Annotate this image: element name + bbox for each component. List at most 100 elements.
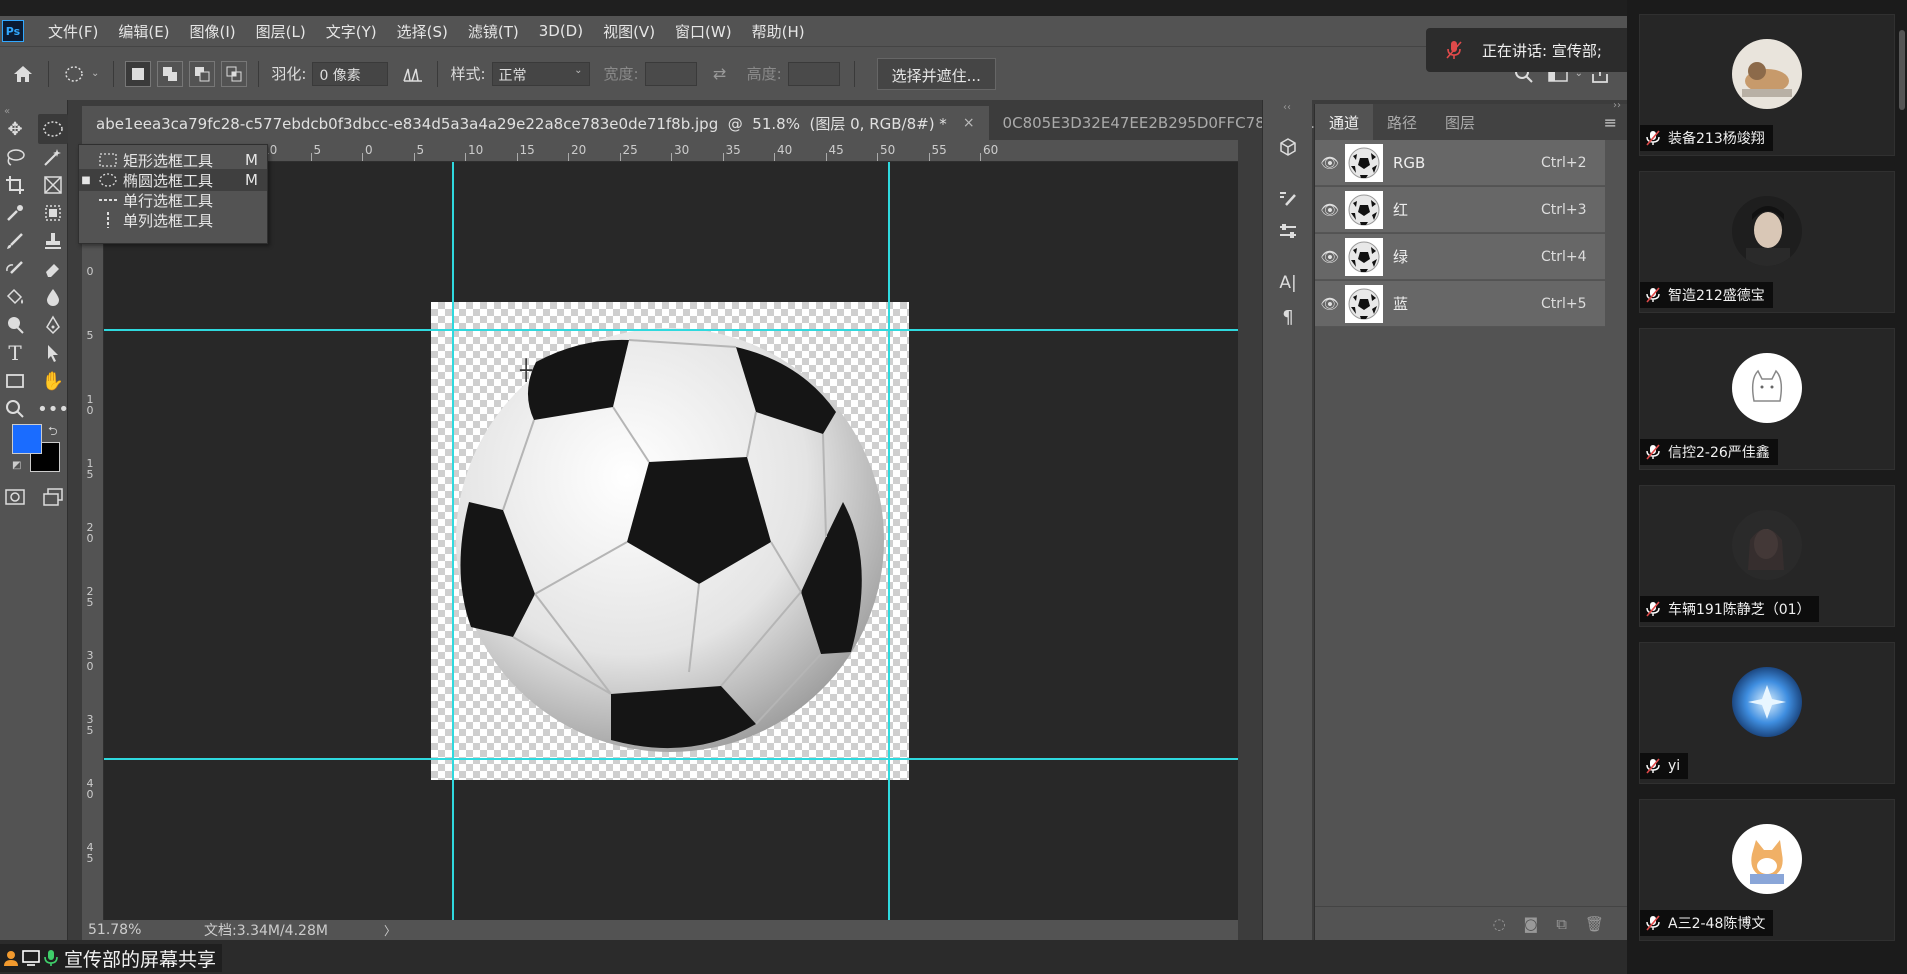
crop-tool-icon[interactable] <box>0 170 30 200</box>
participant-card[interactable]: 信控2-26严佳鑫 <box>1639 328 1895 470</box>
anti-alias-icon[interactable] <box>400 61 426 87</box>
guide-vertical[interactable] <box>452 162 454 920</box>
swap-colors-icon[interactable]: ⮌ <box>48 422 58 443</box>
guide-horizontal[interactable] <box>104 758 1238 760</box>
scrollbar-thumb[interactable] <box>1899 30 1905 110</box>
3d-panel-icon[interactable] <box>1275 134 1301 160</box>
width-input[interactable] <box>644 61 697 86</box>
hand-tool-icon[interactable]: ✋ <box>38 366 68 396</box>
object-selection-tool-icon[interactable] <box>38 198 68 228</box>
zoom-tool-icon[interactable] <box>0 394 30 424</box>
more-tools-icon[interactable]: ••• <box>37 394 69 424</box>
menu-file[interactable]: 文件(F) <box>38 21 108 42</box>
eraser-tool-icon[interactable] <box>38 254 68 284</box>
elliptical-marquee-preset-icon[interactable] <box>61 61 87 87</box>
select-and-mask-button[interactable]: 选择并遮住... <box>876 57 996 90</box>
eye-visibility-icon[interactable]: 👁 <box>1315 248 1345 266</box>
collapse-icon[interactable]: ‹‹ <box>1283 102 1291 113</box>
save-selection-as-channel-icon[interactable]: ◙ <box>1524 915 1539 933</box>
new-selection-mode-icon[interactable] <box>125 60 152 87</box>
blur-tool-icon[interactable] <box>38 282 68 312</box>
elliptical-marquee-tool-icon[interactable] <box>38 114 68 144</box>
participant-card[interactable]: A三2-48陈博文 <box>1639 799 1895 941</box>
tab-active-document[interactable]: abe1eea3ca79fc28-c577ebdcb0f3dbcc-e834d5… <box>82 106 989 140</box>
menu-type[interactable]: 文字(Y) <box>316 21 387 42</box>
quick-mask-icon[interactable] <box>0 482 30 512</box>
menu-select[interactable]: 选择(S) <box>387 21 458 42</box>
guide-vertical[interactable] <box>888 162 890 920</box>
height-input[interactable] <box>787 61 840 86</box>
tab-paths[interactable]: 路径 <box>1373 104 1431 140</box>
delete-channel-icon[interactable]: 🗑 <box>1585 915 1604 933</box>
channel-row[interactable]: 👁 绿 Ctrl+4 <box>1315 234 1605 280</box>
status-menu-icon[interactable]: 〉 <box>384 922 396 939</box>
flyout-item-1[interactable]: 矩形选框工具 M <box>79 149 267 171</box>
lasso-tool-icon[interactable] <box>0 142 30 172</box>
menu-edit[interactable]: 编辑(E) <box>108 21 179 42</box>
paint-bucket-tool-icon[interactable] <box>0 282 30 312</box>
move-tool-icon[interactable]: ✥ <box>0 114 30 144</box>
participant-card[interactable]: 装备213杨竣翔 <box>1639 14 1895 156</box>
menu-filter[interactable]: 滤镜(T) <box>458 21 529 42</box>
style-select[interactable]: 正常 ⌄ <box>491 61 590 86</box>
collapse-icon[interactable]: ›› <box>1613 100 1621 111</box>
intersect-selection-mode-icon[interactable] <box>221 60 248 87</box>
participant-card[interactable]: 智造212盛德宝 <box>1639 171 1895 313</box>
channel-row[interactable]: 👁 红 Ctrl+3 <box>1315 187 1605 233</box>
history-brush-tool-icon[interactable] <box>0 254 30 284</box>
menu-layer[interactable]: 图层(L) <box>246 21 316 42</box>
adjustments-icon[interactable] <box>1275 218 1301 244</box>
chevron-down-icon[interactable]: ⌄ <box>91 68 99 79</box>
screen-mode-icon[interactable] <box>38 482 68 512</box>
character-panel-icon[interactable]: A| <box>1275 270 1301 296</box>
brush-tool-icon[interactable] <box>0 226 30 256</box>
channel-row[interactable]: 👁 RGB Ctrl+2 <box>1315 140 1605 186</box>
pen-tool-icon[interactable] <box>38 310 68 340</box>
menu-3d[interactable]: 3D(D) <box>529 22 593 40</box>
canvas-area[interactable]: ┼ <box>104 162 1238 920</box>
brush-settings-icon[interactable] <box>1275 186 1301 212</box>
feather-input[interactable]: 0 像素 <box>312 61 389 86</box>
flyout-item-4[interactable]: 单列选框工具 <box>79 209 267 231</box>
zoom-level[interactable]: 51.78% <box>88 922 188 938</box>
menu-help[interactable]: 帮助(H) <box>742 21 815 42</box>
eye-visibility-icon[interactable]: 👁 <box>1315 295 1345 313</box>
rectangle-tool-icon[interactable] <box>0 366 30 396</box>
dodge-tool-icon[interactable] <box>0 310 30 340</box>
close-icon[interactable]: × <box>963 115 975 131</box>
screen-share-indicator[interactable]: 宣传部的屏幕共享 <box>0 944 223 972</box>
frame-tool-icon[interactable] <box>38 170 68 200</box>
eyedropper-tool-icon[interactable] <box>0 198 30 228</box>
magic-wand-tool-icon[interactable] <box>38 142 68 172</box>
panel-menu-icon[interactable]: ≡ <box>1604 113 1617 132</box>
channel-row[interactable]: 👁 蓝 Ctrl+5 <box>1315 281 1605 327</box>
guide-horizontal[interactable] <box>104 329 1238 331</box>
new-channel-icon[interactable]: ⧉ <box>1556 915 1567 933</box>
ruler-label: 45 <box>828 143 844 157</box>
subtract-from-selection-mode-icon[interactable] <box>189 60 216 87</box>
menu-image[interactable]: 图像(I) <box>180 21 246 42</box>
default-colors-icon[interactable]: ◩ <box>12 460 21 471</box>
eye-visibility-icon[interactable]: 👁 <box>1315 201 1345 219</box>
flyout-item-3[interactable]: 单行选框工具 <box>79 189 267 211</box>
type-tool-icon[interactable]: T <box>0 338 30 368</box>
home-icon[interactable] <box>10 61 36 87</box>
ruler-label: 30 <box>86 649 94 673</box>
status-bar: 51.78% 文档:3.34M/4.28M 〉 <box>82 920 1238 940</box>
tab-layers[interactable]: 图层 <box>1431 104 1489 140</box>
add-to-selection-mode-icon[interactable] <box>157 60 184 87</box>
paragraph-panel-icon[interactable]: ¶ <box>1275 304 1301 330</box>
flyout-item-2[interactable]: ■ 椭圆选框工具 M <box>79 169 267 191</box>
eye-visibility-icon[interactable]: 👁 <box>1315 154 1345 172</box>
clone-stamp-tool-icon[interactable] <box>38 226 68 256</box>
swap-width-height-icon[interactable]: ⇄ <box>707 61 733 87</box>
participant-card[interactable]: 车辆191陈静芝（01） <box>1639 485 1895 627</box>
foreground-color-swatch[interactable] <box>12 424 42 454</box>
path-selection-tool-icon[interactable] <box>38 338 68 368</box>
menu-window[interactable]: 窗口(W) <box>665 21 742 42</box>
load-channel-as-selection-icon[interactable]: ◌ <box>1493 915 1506 933</box>
menu-view[interactable]: 视图(V) <box>593 21 665 42</box>
participant-card[interactable]: yi <box>1639 642 1895 784</box>
tab-channels[interactable]: 通道 <box>1315 104 1374 140</box>
document-canvas[interactable] <box>431 302 909 780</box>
